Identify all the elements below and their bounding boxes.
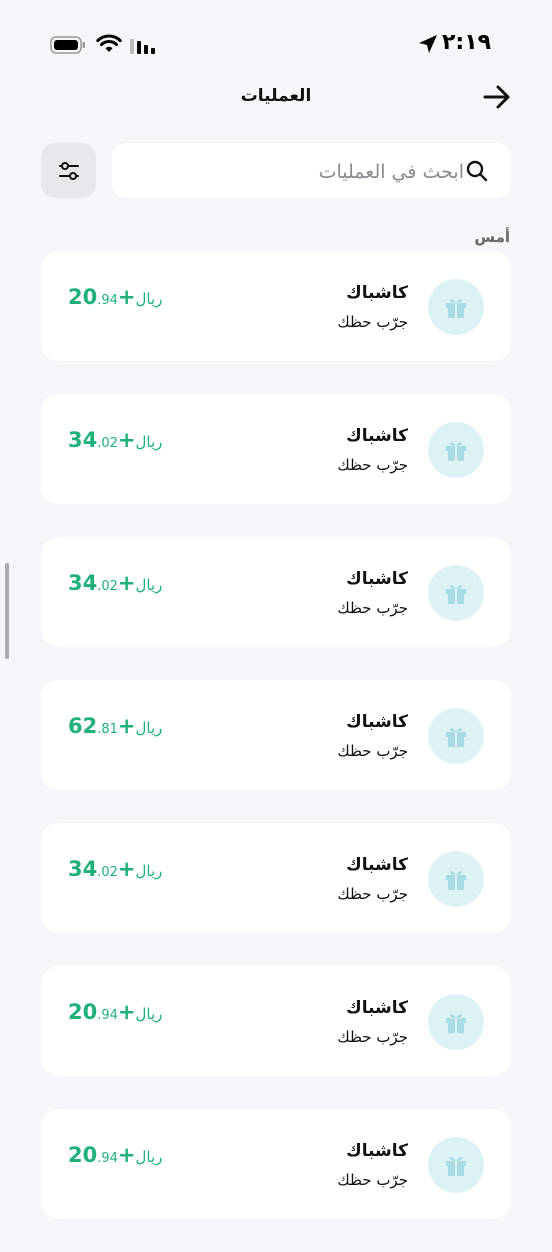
transaction-sign: + xyxy=(117,285,136,309)
transaction-list: كاشباك جرّب حظك ريال+20.94 كاشباك جرّب حظك ري… xyxy=(41,251,511,1252)
transaction-sign: + xyxy=(117,857,136,881)
transaction-icon xyxy=(428,1137,484,1193)
transaction-subtitle: جرّب حظك xyxy=(337,456,408,474)
transaction-amount-decimal: .94 xyxy=(97,1151,118,1166)
gift-icon xyxy=(446,871,466,890)
transaction-amount-decimal: .02 xyxy=(97,579,118,594)
transaction-amount-decimal: .94 xyxy=(97,1008,118,1023)
transaction-card[interactable]: كاشباك جرّب حظك ريال+20.94 xyxy=(41,966,511,1076)
transaction-icon xyxy=(428,851,484,907)
cellular-signal-icon xyxy=(130,39,155,54)
transaction-card[interactable]: كاشباك جرّب حظك ريال+34.02 xyxy=(41,823,511,933)
page-title: العمليات xyxy=(240,86,312,106)
gift-icon xyxy=(446,1014,466,1033)
transaction-currency: ريال xyxy=(135,576,163,594)
search-icon xyxy=(466,160,488,182)
transaction-sign: + xyxy=(117,1000,136,1024)
gift-icon xyxy=(446,1157,466,1176)
transaction-amount: ريال+34.02 xyxy=(68,857,168,881)
transaction-amount-integer: 34 xyxy=(68,857,98,881)
transaction-title: كاشباك xyxy=(346,998,408,1018)
transaction-card[interactable]: كاشباك جرّب حظك ريال+20.94 xyxy=(41,1109,511,1219)
transaction-sign: + xyxy=(117,1143,136,1167)
transaction-icon xyxy=(428,708,484,764)
transaction-currency: ريال xyxy=(135,290,163,308)
wifi-icon xyxy=(96,34,122,52)
header: العمليات xyxy=(0,78,552,118)
transaction-amount: ريال+20.94 xyxy=(68,1143,168,1167)
transaction-amount-decimal: .02 xyxy=(97,436,118,451)
transaction-subtitle: جرّب حظك xyxy=(337,885,408,903)
transaction-sign: + xyxy=(117,714,136,738)
transaction-subtitle: جرّب حظك xyxy=(337,1171,408,1189)
transaction-subtitle: جرّب حظك xyxy=(337,313,408,331)
transaction-currency: ريال xyxy=(135,433,163,451)
transaction-icon xyxy=(428,565,484,621)
section-label-date: أمس xyxy=(474,228,510,246)
transaction-card[interactable]: كاشباك جرّب حظك ريال+20.94 xyxy=(41,251,511,361)
transaction-amount-decimal: .81 xyxy=(97,722,118,737)
transaction-subtitle: جرّب حظك xyxy=(337,599,408,617)
transaction-amount-integer: 20 xyxy=(68,285,98,309)
sliders-icon xyxy=(58,161,79,180)
transaction-currency: ريال xyxy=(135,1148,163,1166)
transaction-amount-integer: 34 xyxy=(68,571,98,595)
gift-icon xyxy=(446,442,466,461)
location-arrow-icon xyxy=(419,35,437,53)
search-box[interactable] xyxy=(112,143,511,200)
transaction-amount: ريال+34.02 xyxy=(68,571,168,595)
transaction-currency: ريال xyxy=(135,719,163,737)
battery-icon xyxy=(50,36,85,54)
transaction-amount: ريال+20.94 xyxy=(68,1000,168,1024)
back-arrow-icon[interactable] xyxy=(482,84,512,110)
transaction-card[interactable]: كاشباك جرّب حظك ريال+62.81 xyxy=(41,680,511,790)
transaction-icon xyxy=(428,994,484,1050)
transaction-title: كاشباك xyxy=(346,283,408,303)
transaction-icon xyxy=(428,279,484,335)
filter-button[interactable] xyxy=(41,143,96,198)
search-input[interactable] xyxy=(132,143,466,200)
gift-icon xyxy=(446,299,466,318)
transaction-amount: ريال+34.02 xyxy=(68,428,168,452)
scroll-indicator[interactable] xyxy=(5,563,9,659)
transaction-subtitle: جرّب حظك xyxy=(337,742,408,760)
status-time: ٢:١٩ xyxy=(442,30,492,55)
transaction-amount-integer: 34 xyxy=(68,428,98,452)
transaction-title: كاشباك xyxy=(346,855,408,875)
transaction-amount: ريال+62.81 xyxy=(68,714,168,738)
transaction-currency: ريال xyxy=(135,1005,163,1023)
status-bar: ٢:١٩ xyxy=(0,0,552,80)
gift-icon xyxy=(446,728,466,747)
gift-icon xyxy=(446,585,466,604)
transaction-subtitle: جرّب حظك xyxy=(337,1028,408,1046)
transaction-amount: ريال+20.94 xyxy=(68,285,168,309)
transaction-amount-decimal: .94 xyxy=(97,293,118,308)
transaction-amount-decimal: .02 xyxy=(97,865,118,880)
transaction-title: كاشباك xyxy=(346,569,408,589)
transaction-card[interactable]: كاشباك جرّب حظك ريال+34.02 xyxy=(41,394,511,504)
transaction-currency: ريال xyxy=(135,862,163,880)
transaction-card[interactable]: كاشباك جرّب حظك ريال+34.02 xyxy=(41,537,511,647)
transaction-title: كاشباك xyxy=(346,1141,408,1161)
transaction-title: كاشباك xyxy=(346,426,408,446)
transaction-amount-integer: 62 xyxy=(68,714,98,738)
transaction-amount-integer: 20 xyxy=(68,1143,98,1167)
transaction-sign: + xyxy=(117,571,136,595)
transaction-title: كاشباك xyxy=(346,712,408,732)
transaction-icon xyxy=(428,422,484,478)
transaction-sign: + xyxy=(117,428,136,452)
transaction-amount-integer: 20 xyxy=(68,1000,98,1024)
